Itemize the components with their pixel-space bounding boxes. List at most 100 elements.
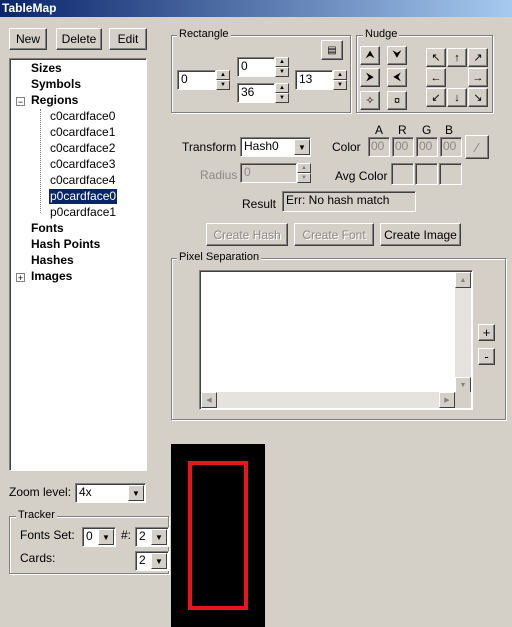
rect-right-field[interactable]: 13 bbox=[295, 70, 333, 90]
scroll-up-icon[interactable]: ▲ bbox=[455, 272, 471, 288]
spin-up-icon[interactable]: ▲ bbox=[275, 57, 289, 67]
collapse-icon[interactable]: − bbox=[16, 97, 25, 107]
spin-down-icon[interactable]: ▼ bbox=[275, 93, 289, 103]
tree-item-fonts[interactable]: Fonts bbox=[31, 221, 64, 236]
color-a-field[interactable]: 00 bbox=[368, 137, 390, 157]
expand-icon[interactable]: + bbox=[16, 273, 25, 283]
spin-down-icon[interactable]: ▼ bbox=[216, 80, 230, 90]
rect-top-field[interactable]: 0 bbox=[237, 57, 275, 77]
move-right-icon[interactable]: → bbox=[468, 68, 488, 87]
rect-right-spinner[interactable]: ▲ ▼ bbox=[333, 70, 347, 90]
tree-connector bbox=[40, 109, 42, 213]
move-down-icon[interactable]: ↓ bbox=[447, 88, 467, 107]
radius-label: Radius bbox=[200, 168, 238, 182]
move-up-right-icon[interactable]: ↗ bbox=[468, 48, 488, 67]
spin-down-icon[interactable]: ▼ bbox=[275, 67, 289, 77]
grow-all-icon[interactable]: ✧ bbox=[360, 91, 380, 110]
avg-color-swatch-3 bbox=[439, 163, 462, 185]
chevron-down-icon[interactable]: ▼ bbox=[151, 529, 167, 545]
tree-item-regions[interactable]: Regions bbox=[31, 93, 78, 108]
delete-button[interactable]: Delete bbox=[56, 28, 102, 50]
move-down-left-icon[interactable]: ↙ bbox=[426, 88, 446, 107]
tree-item-hash-points[interactable]: Hash Points bbox=[31, 237, 100, 252]
edit-button[interactable]: Edit bbox=[109, 28, 147, 50]
transform-value: Hash0 bbox=[244, 139, 279, 153]
nudge-label: Nudge bbox=[363, 28, 400, 40]
shrink-all-icon[interactable]: ¤ bbox=[387, 91, 407, 110]
tree-item-region-selected[interactable]: p0cardface0 bbox=[49, 189, 118, 204]
tree-item-region[interactable]: c0cardface0 bbox=[50, 109, 115, 124]
tree-view[interactable]: Sizes Symbols − Regions c0cardface0 c0ca… bbox=[9, 58, 147, 471]
grow-up-icon[interactable]: ⮝ bbox=[360, 46, 380, 65]
spin-up-icon[interactable]: ▲ bbox=[275, 83, 289, 93]
rect-left-field[interactable]: 0 bbox=[177, 70, 216, 90]
chevron-down-icon[interactable]: ▼ bbox=[98, 529, 114, 545]
tree-item-region[interactable]: c0cardface1 bbox=[50, 125, 115, 140]
zoom-label: Zoom level: bbox=[9, 485, 72, 499]
scroll-corner bbox=[455, 392, 471, 408]
align-icon[interactable]: ▤ bbox=[321, 40, 343, 60]
region-outline bbox=[188, 461, 248, 610]
color-label: Color bbox=[332, 140, 361, 154]
chevron-down-icon[interactable]: ▼ bbox=[151, 553, 167, 569]
tree-item-sizes[interactable]: Sizes bbox=[31, 61, 62, 76]
result-field: Err: No hash match bbox=[282, 191, 416, 212]
color-g-field[interactable]: 00 bbox=[416, 137, 438, 157]
avg-color-swatch-1 bbox=[391, 163, 414, 185]
color-r-field[interactable]: 00 bbox=[392, 137, 414, 157]
pixel-separation-view[interactable]: ▲ ▼ ◀ ▶ bbox=[199, 270, 473, 410]
rect-bottom-spinner[interactable]: ▲ ▼ bbox=[275, 83, 289, 103]
plus-button[interactable]: + bbox=[478, 324, 495, 341]
rect-bottom-field[interactable]: 36 bbox=[237, 83, 275, 103]
spin-down-icon[interactable]: ▼ bbox=[297, 173, 311, 183]
color-b-field[interactable]: 00 bbox=[440, 137, 462, 157]
rect-left-spinner[interactable]: ▲ ▼ bbox=[216, 70, 230, 90]
color-r-header: R bbox=[398, 123, 407, 137]
transform-label: Transform bbox=[182, 140, 237, 154]
move-up-icon[interactable]: ↑ bbox=[447, 48, 467, 67]
chevron-down-icon[interactable]: ▼ bbox=[128, 485, 144, 501]
hash-label: #: bbox=[121, 528, 132, 542]
horizontal-scrollbar[interactable]: ◀ ▶ bbox=[201, 392, 455, 408]
tree-item-region[interactable]: p0cardface1 bbox=[50, 205, 116, 220]
minus-button[interactable]: - bbox=[478, 348, 495, 365]
fonts-set-value: 0 bbox=[86, 529, 93, 543]
shrink-right-icon[interactable]: ⮜ bbox=[387, 68, 407, 87]
create-image-button[interactable]: Create Image bbox=[380, 223, 461, 246]
tree-item-region[interactable]: c0cardface4 bbox=[50, 173, 115, 188]
pixel-separation-label: Pixel Separation bbox=[177, 251, 262, 263]
chevron-down-icon[interactable]: ▼ bbox=[294, 139, 310, 155]
nudge-center bbox=[447, 68, 467, 87]
spin-down-icon[interactable]: ▼ bbox=[333, 80, 347, 90]
tracker-label: Tracker bbox=[16, 509, 57, 521]
rect-top-spinner[interactable]: ▲ ▼ bbox=[275, 57, 289, 77]
new-button[interactable]: New bbox=[9, 28, 47, 50]
color-a-header: A bbox=[375, 123, 384, 137]
create-font-button[interactable]: Create Font bbox=[294, 223, 374, 246]
fonts-set-label: Fonts Set: bbox=[20, 528, 75, 542]
spin-up-icon[interactable]: ▲ bbox=[297, 163, 311, 173]
scroll-down-icon[interactable]: ▼ bbox=[455, 377, 471, 393]
vertical-scrollbar[interactable]: ▲ ▼ bbox=[455, 272, 471, 393]
tree-item-images[interactable]: Images bbox=[31, 269, 72, 284]
spin-up-icon[interactable]: ▲ bbox=[216, 70, 230, 80]
eyedropper-icon[interactable]: ⁄ bbox=[465, 135, 489, 159]
shrink-up-icon[interactable]: ⮟ bbox=[387, 46, 407, 65]
scroll-left-icon[interactable]: ◀ bbox=[201, 392, 217, 408]
radius-field[interactable]: 0 bbox=[240, 163, 297, 183]
move-up-left-icon[interactable]: ↖ bbox=[426, 48, 446, 67]
tree-item-region[interactable]: c0cardface3 bbox=[50, 157, 115, 172]
window-title: TableMap bbox=[0, 0, 512, 17]
radius-spinner[interactable]: ▲ ▼ bbox=[297, 163, 311, 183]
move-down-right-icon[interactable]: ↘ bbox=[468, 88, 488, 107]
create-hash-button[interactable]: Create Hash bbox=[206, 223, 288, 246]
grow-right-icon[interactable]: ⮞ bbox=[360, 68, 380, 87]
tree-item-region[interactable]: c0cardface2 bbox=[50, 141, 115, 156]
tree-item-symbols[interactable]: Symbols bbox=[31, 77, 81, 92]
cards-label: Cards: bbox=[20, 551, 56, 565]
spin-up-icon[interactable]: ▲ bbox=[333, 70, 347, 80]
tree-item-hashes[interactable]: Hashes bbox=[31, 253, 74, 268]
cards-value: 2 bbox=[139, 553, 146, 567]
scroll-right-icon[interactable]: ▶ bbox=[439, 392, 455, 408]
move-left-icon[interactable]: ← bbox=[426, 68, 446, 87]
